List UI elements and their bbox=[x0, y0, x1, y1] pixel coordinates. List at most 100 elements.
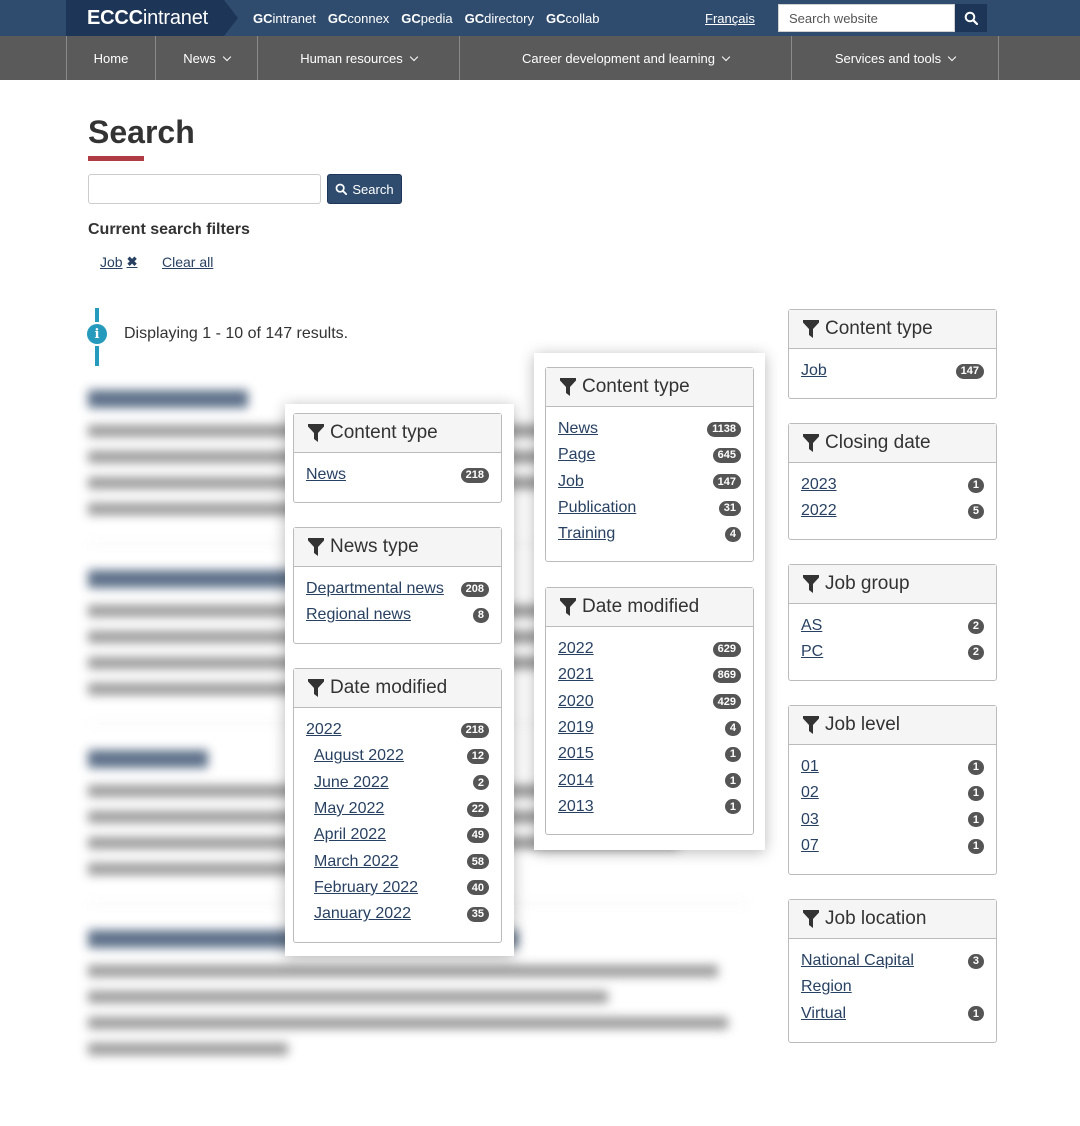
facet-news-type: News type Departmental news 208 Regional … bbox=[293, 527, 502, 644]
facet-option[interactable]: 01 1 bbox=[801, 754, 984, 780]
brand-bold: ECCC bbox=[87, 7, 143, 29]
count-badge: 35 bbox=[466, 906, 489, 922]
facet-date-modified: Date modified 2022 218 August 2022 12 June… bbox=[293, 668, 502, 943]
facet-option[interactable]: 2020 429 bbox=[558, 689, 741, 715]
facet-sub-option[interactable]: March 2022 58 bbox=[306, 848, 489, 874]
facet-option[interactable]: Departmental news 208 bbox=[306, 576, 489, 602]
filter-icon bbox=[560, 598, 576, 616]
remove-filter-icon: ✖ bbox=[126, 254, 138, 269]
facet-job-location: Job location National Capital 3 Region Vi… bbox=[788, 899, 997, 1043]
search-input[interactable] bbox=[88, 174, 321, 204]
facet-job-group: Job group AS 2 PC 2 bbox=[788, 564, 997, 681]
filter-icon bbox=[803, 434, 819, 452]
brand-logo[interactable]: ECCCintranet bbox=[66, 0, 238, 36]
count-badge: 22 bbox=[466, 801, 489, 817]
filter-icon bbox=[560, 378, 576, 396]
facet-option[interactable]: 03 1 bbox=[801, 807, 984, 833]
facet-option[interactable]: 07 1 bbox=[801, 833, 984, 859]
filter-icon bbox=[803, 575, 819, 593]
count-badge: 147 bbox=[712, 474, 741, 490]
facet-option[interactable]: 2013 1 bbox=[558, 794, 741, 820]
gc-link-directory[interactable]: GCdirectory bbox=[465, 11, 534, 26]
facet-option[interactable]: Job 147 bbox=[801, 358, 984, 384]
facet-option[interactable]: Page 645 bbox=[558, 442, 741, 468]
facet-option[interactable]: 2015 1 bbox=[558, 741, 741, 767]
facet-closing-date: Closing date 2023 1 2022 5 bbox=[788, 423, 997, 540]
nav-home[interactable]: Home bbox=[66, 36, 155, 80]
gc-link-pedia[interactable]: GCpedia bbox=[401, 11, 452, 26]
facet-option[interactable]: 2021 869 bbox=[558, 662, 741, 688]
count-badge: 58 bbox=[466, 854, 489, 870]
facet-option[interactable]: 2022 5 bbox=[801, 498, 984, 524]
count-badge: 8 bbox=[472, 607, 489, 623]
info-icon: i bbox=[87, 324, 107, 344]
gc-link-intranet[interactable]: GCintranet bbox=[253, 11, 316, 26]
site-search-button[interactable] bbox=[955, 4, 987, 32]
site-search-input[interactable] bbox=[778, 4, 955, 32]
facet-option-continued[interactable]: Region bbox=[801, 974, 984, 1000]
nav-human-resources[interactable]: Human resources bbox=[257, 36, 459, 80]
facet-option[interactable]: 2014 1 bbox=[558, 767, 741, 793]
facet-popup-news: Content type News 218 News type Departmen… bbox=[285, 404, 514, 956]
facet-popup-all-content: Content type News 1138 Page 645 Job 147 Pub… bbox=[534, 353, 765, 850]
filter-icon bbox=[308, 679, 324, 697]
count-badge: 147 bbox=[955, 363, 984, 379]
facet-sub-option[interactable]: January 2022 35 bbox=[306, 901, 489, 927]
facet-option[interactable]: Regional news 8 bbox=[306, 602, 489, 628]
facet-option[interactable]: Training 4 bbox=[558, 521, 741, 547]
clear-all-link[interactable]: Clear all bbox=[162, 254, 213, 270]
search-button[interactable]: Search bbox=[327, 174, 402, 204]
search-icon bbox=[335, 183, 348, 195]
filter-icon bbox=[308, 424, 324, 442]
facet-option[interactable]: AS 2 bbox=[801, 613, 984, 639]
facet-option[interactable]: 02 1 bbox=[801, 780, 984, 806]
chevron-down-icon bbox=[222, 52, 231, 61]
count-badge: 1 bbox=[724, 773, 741, 789]
facet-option[interactable]: Job 147 bbox=[558, 469, 741, 495]
count-badge: 1 bbox=[724, 746, 741, 762]
chevron-down-icon bbox=[947, 52, 957, 61]
info-line bbox=[95, 308, 99, 322]
count-badge: 2 bbox=[967, 618, 984, 634]
facet-option[interactable]: 2022 218 bbox=[306, 717, 489, 743]
nav-services-tools[interactable]: Services and tools bbox=[791, 36, 999, 80]
active-filter-job[interactable]: Job ✖ bbox=[100, 254, 137, 270]
facet-option[interactable]: News 218 bbox=[306, 462, 489, 488]
facet-sub-option[interactable]: August 2022 12 bbox=[306, 743, 489, 769]
facet-option[interactable]: 2022 629 bbox=[558, 636, 741, 662]
nav-news[interactable]: News bbox=[155, 36, 257, 80]
brand-rest: intranet bbox=[142, 7, 208, 29]
facet-option[interactable]: Publication 31 bbox=[558, 495, 741, 521]
count-badge: 12 bbox=[466, 748, 489, 764]
language-toggle[interactable]: Français bbox=[705, 11, 755, 26]
count-badge: 4 bbox=[724, 526, 741, 542]
facet-option[interactable]: Virtual 1 bbox=[801, 1001, 984, 1027]
current-filters-heading: Current search filters bbox=[88, 221, 250, 238]
count-badge: 1138 bbox=[707, 421, 741, 437]
count-badge: 218 bbox=[460, 722, 489, 738]
count-badge: 1 bbox=[967, 759, 984, 775]
facet-option[interactable]: 2023 1 bbox=[801, 472, 984, 498]
facet-sub-option[interactable]: April 2022 49 bbox=[306, 822, 489, 848]
facet-option[interactable]: 2019 4 bbox=[558, 715, 741, 741]
gc-link-collab[interactable]: GCcollab bbox=[546, 11, 599, 26]
count-badge: 869 bbox=[712, 667, 741, 683]
count-badge: 645 bbox=[712, 447, 741, 463]
count-badge: 2 bbox=[967, 644, 984, 660]
count-badge: 1 bbox=[967, 785, 984, 801]
gc-link-connex[interactable]: GCconnex bbox=[328, 11, 389, 26]
count-badge: 1 bbox=[967, 1006, 984, 1022]
facet-sub-option[interactable]: February 2022 40 bbox=[306, 875, 489, 901]
facet-sub-option[interactable]: June 2022 2 bbox=[306, 770, 489, 796]
results-count-text: Displaying 1 - 10 of 147 results. bbox=[124, 325, 349, 342]
facet-content-type: Content type Job 147 bbox=[788, 309, 997, 399]
nav-career-development[interactable]: Career development and learning bbox=[459, 36, 791, 80]
facet-option[interactable]: National Capital 3 bbox=[801, 948, 984, 974]
facet-option[interactable]: PC 2 bbox=[801, 639, 984, 665]
count-badge: 31 bbox=[718, 500, 741, 516]
count-badge: 4 bbox=[724, 720, 741, 736]
count-badge: 40 bbox=[466, 880, 489, 896]
facet-sub-option[interactable]: May 2022 22 bbox=[306, 796, 489, 822]
facet-option[interactable]: News 1138 bbox=[558, 416, 741, 442]
facet-job-level: Job level 01 1 02 1 03 1 07 1 bbox=[788, 705, 997, 875]
